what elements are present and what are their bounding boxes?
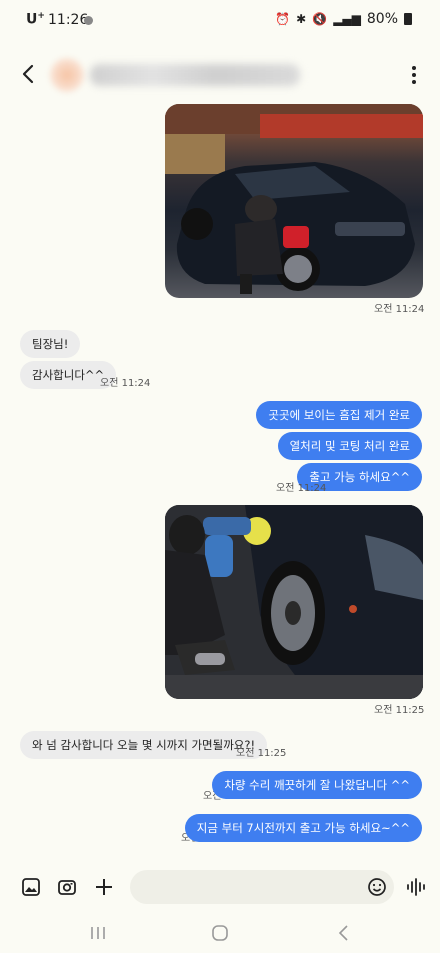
nav-back-icon[interactable] [333, 923, 355, 943]
status-bar: U+ 11:26 ⏰ ✱ 🔇 ▂▄▆ 80% [0, 0, 440, 40]
bluetooth-icon: ✱ [296, 12, 307, 26]
message-timestamp: 오전 11:25 [374, 705, 425, 716]
message-timestamp: 오전 11:24 [100, 378, 151, 389]
photo-polishing[interactable] [165, 505, 423, 699]
battery-percent: 80% [366, 11, 398, 27]
gallery-icon[interactable] [20, 876, 42, 898]
signal-icon: ▂▄▆ [333, 12, 361, 26]
outgoing-message[interactable]: 열처리 및 코팅 처리 완료 [277, 432, 422, 460]
plus-icon[interactable] [93, 876, 115, 898]
incoming-message[interactable]: 와 넘 감사합니다 오늘 몇 시까지 가면될까요?! [20, 731, 268, 759]
message-input-bar [0, 868, 440, 908]
message-input[interactable] [130, 870, 394, 904]
mute-icon: 🔇 [312, 12, 328, 26]
incoming-message[interactable]: 팀장님! [20, 330, 81, 358]
carrier-label: U+ [26, 11, 45, 28]
status-icons: ⏰ ✱ 🔇 ▂▄▆ 80% [275, 11, 412, 27]
home-icon[interactable] [209, 923, 231, 943]
status-time: 11:26 [48, 12, 89, 28]
notification-dot-icon [84, 16, 93, 25]
system-nav-bar [0, 915, 440, 951]
contact-avatar[interactable] [50, 58, 84, 92]
emoji-icon[interactable] [366, 876, 388, 898]
back-arrow-icon[interactable] [16, 60, 42, 88]
alarm-icon: ⏰ [275, 12, 291, 26]
conversation-header: **** ******* ***** [0, 52, 440, 98]
contact-name[interactable]: **** ******* ***** [90, 64, 300, 86]
outgoing-message[interactable]: 차량 수리 깨끗하게 잘 나왔답니다 ^^ [212, 771, 422, 799]
message-timestamp: 오전 11:24 [276, 483, 327, 494]
outgoing-message[interactable]: 지금 부터 7시전까지 출고 가능 하세요~^^ [184, 814, 422, 842]
message-timestamp: 오전 11:25 [236, 748, 287, 759]
outgoing-message[interactable]: 곳곳에 보이는 흠집 제거 완료 [256, 401, 422, 429]
more-vert-icon[interactable] [410, 66, 418, 86]
recents-icon[interactable] [87, 923, 109, 943]
message-timestamp: 오전 11:24 [374, 304, 425, 315]
camera-icon[interactable] [56, 876, 78, 898]
photo-car-wash[interactable] [165, 104, 423, 298]
voice-wave-icon[interactable] [405, 876, 427, 898]
battery-icon [404, 13, 412, 25]
